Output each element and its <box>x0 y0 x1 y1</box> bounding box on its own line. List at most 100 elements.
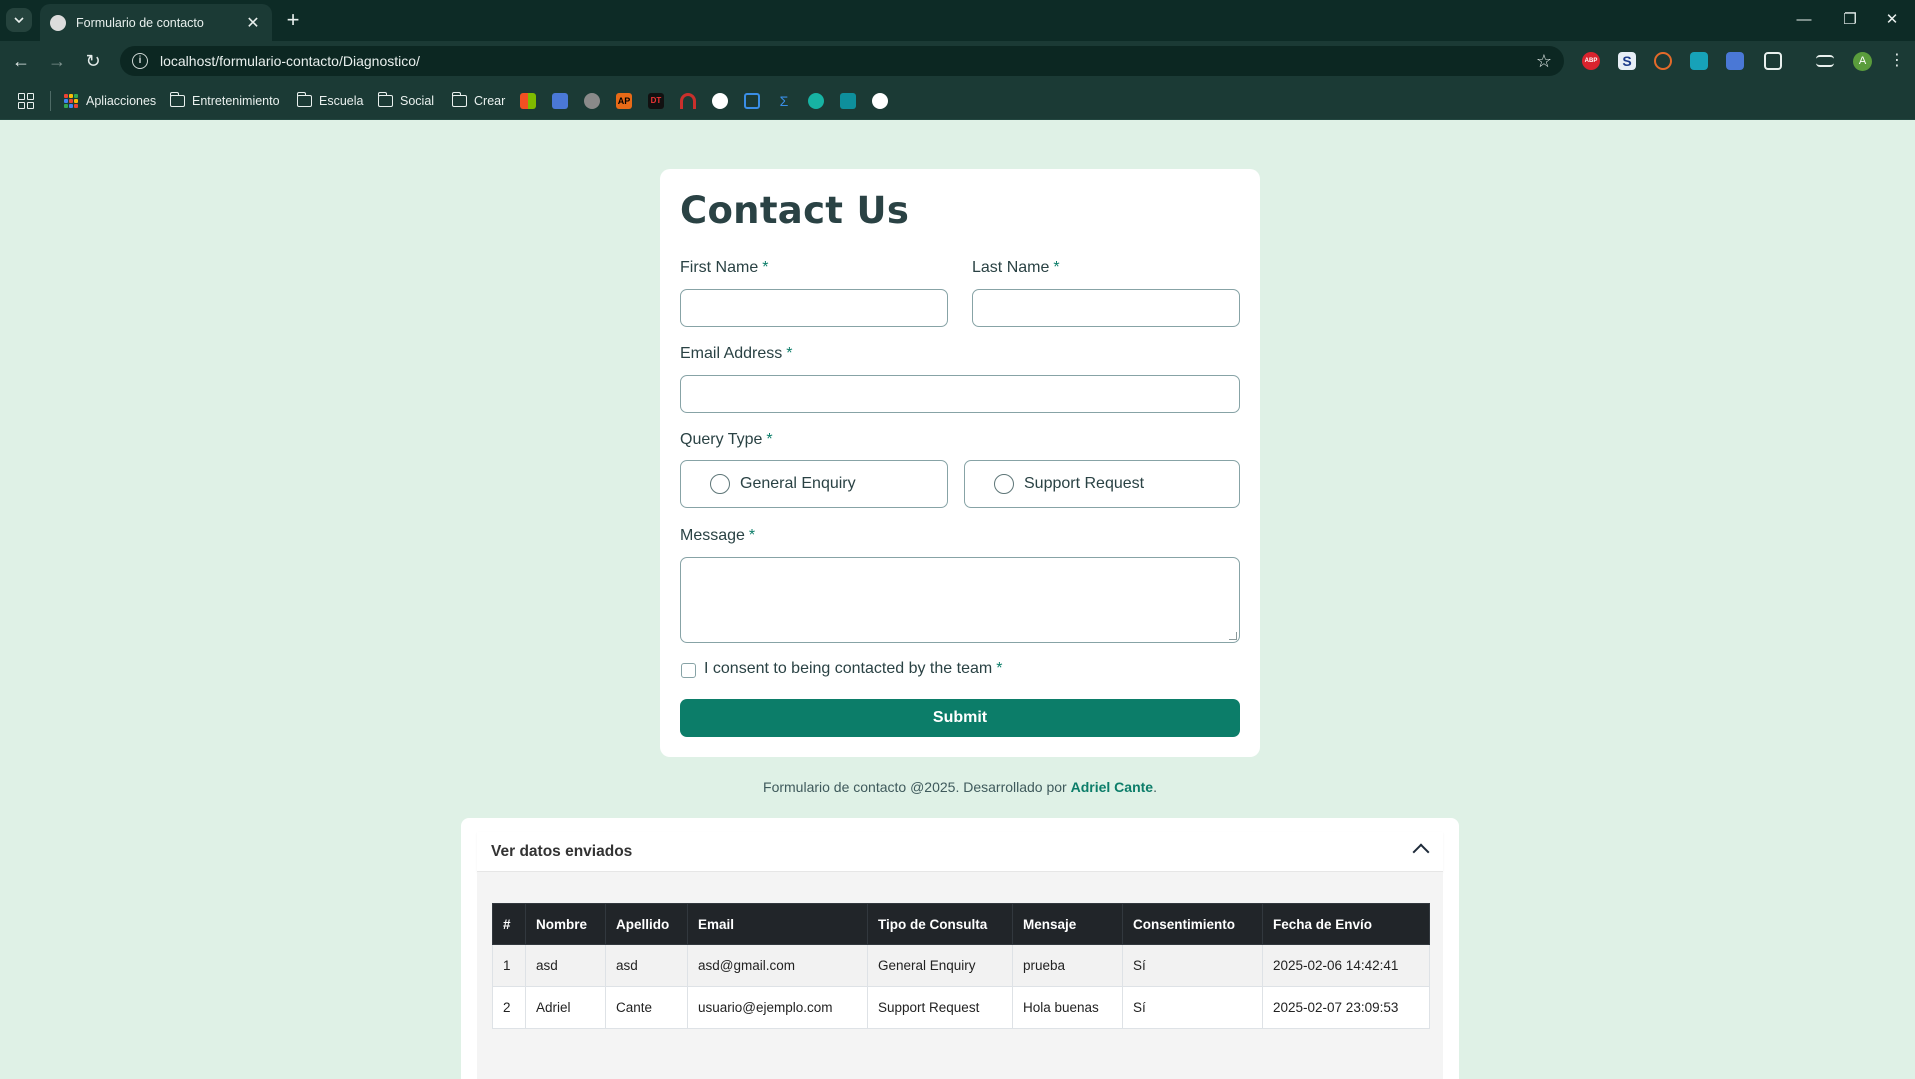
page-title: Contact Us <box>680 189 910 232</box>
profile-avatar[interactable]: A <box>1853 52 1872 71</box>
submit-button[interactable]: Submit <box>680 699 1240 737</box>
table-cell: asd <box>605 944 688 987</box>
bookmark-folder-crear[interactable]: Crear <box>451 90 506 112</box>
tab-search-button[interactable] <box>6 8 32 32</box>
radio-circle-icon[interactable] <box>994 474 1014 494</box>
bookmark-folder-social[interactable]: Social <box>377 90 435 112</box>
s-extension-icon[interactable]: S <box>1618 52 1636 70</box>
favicon-icon <box>50 14 66 31</box>
radio-label: General Enquiry <box>740 475 856 492</box>
browser-titlebar: Formulario de contacto ✕ + — ❐ ✕ <box>0 0 1915 41</box>
bookmark-star-icon[interactable]: ☆ <box>1536 51 1552 72</box>
resize-grip-icon[interactable] <box>1229 632 1237 640</box>
address-bar[interactable]: i localhost/formulario-contacto/Diagnost… <box>120 46 1564 76</box>
bookmark-folder-entretenimiento[interactable]: Entretenimiento <box>169 90 280 112</box>
table-cell: usuario@ejemplo.com <box>687 986 868 1029</box>
apps-grid-icon[interactable] <box>18 93 34 109</box>
consent-label[interactable]: I consent to being contacted by the team… <box>704 660 1002 678</box>
submissions-accordion-body: # Nombre Apellido Email Tipo de Consulta… <box>477 872 1443 1079</box>
table-cell: 2025-02-07 23:09:53 <box>1262 986 1430 1029</box>
table-cell: Sí <box>1122 986 1263 1029</box>
bookmarks-divider <box>50 91 51 111</box>
google-apps-icon <box>64 94 78 108</box>
orange-extension-icon[interactable] <box>1654 52 1672 70</box>
table-cell: 2 <box>492 986 526 1029</box>
reload-button[interactable]: ↻ <box>80 48 106 74</box>
email-label: Email Address * <box>680 345 793 363</box>
accordion-title: Ver datos enviados <box>491 843 633 860</box>
menu-kebab-icon[interactable]: ⋮ <box>1884 48 1910 74</box>
close-window-button[interactable]: ✕ <box>1869 6 1915 34</box>
forward-button[interactable]: → <box>44 48 70 74</box>
puzzle-extensions-icon[interactable] <box>1764 52 1782 70</box>
new-tab-button[interactable]: + <box>282 7 304 33</box>
bookmark-label: Social <box>400 94 435 108</box>
site-info-icon[interactable]: i <box>132 53 148 69</box>
column-header: Apellido <box>605 903 688 945</box>
blue-square-icon[interactable] <box>744 93 760 109</box>
submissions-table: # Nombre Apellido Email Tipo de Consulta… <box>492 903 1430 1029</box>
globe-icon[interactable] <box>872 93 888 109</box>
author-link[interactable]: Adriel Cante <box>1071 779 1153 795</box>
radio-label: Support Request <box>1024 475 1145 492</box>
table-cell: Sí <box>1122 944 1263 987</box>
globe-gray-icon[interactable] <box>584 93 600 109</box>
microsoft-icon[interactable] <box>520 93 536 109</box>
speedometer-icon[interactable] <box>712 93 728 109</box>
chevron-down-icon <box>14 17 24 23</box>
teal-extension-icon[interactable] <box>1690 52 1708 70</box>
first-name-input[interactable] <box>680 289 948 327</box>
bookmark-apps[interactable]: Apliacciones <box>64 90 156 112</box>
bookmark-folder-escuela[interactable]: Escuela <box>296 90 364 112</box>
query-option-general-enquiry[interactable]: General Enquiry <box>680 460 948 508</box>
back-button[interactable]: ← <box>8 48 34 74</box>
column-header: Tipo de Consulta <box>867 903 1013 945</box>
table-cell: Adriel <box>525 986 606 1029</box>
ap-icon[interactable]: AP <box>616 93 632 109</box>
consent-label-text: I consent to being contacted by the team <box>704 660 993 677</box>
table-cell: General Enquiry <box>867 944 1013 987</box>
consent-checkbox[interactable] <box>681 663 696 678</box>
close-tab-icon[interactable]: ✕ <box>244 13 262 33</box>
first-name-label-text: First Name <box>680 259 759 276</box>
last-name-input[interactable] <box>972 289 1240 327</box>
browser-tab[interactable]: Formulario de contacto ✕ <box>40 4 272 41</box>
media-control-icon[interactable] <box>1816 55 1834 67</box>
query-option-support-request[interactable]: Support Request <box>964 460 1240 508</box>
table-cell: 2025-02-06 14:42:41 <box>1262 944 1430 987</box>
table-cell: Hola buenas <box>1012 986 1123 1029</box>
minimize-button[interactable]: — <box>1781 6 1827 34</box>
teal-square-icon[interactable] <box>840 93 856 109</box>
message-label: Message * <box>680 527 755 545</box>
translate-icon[interactable] <box>552 93 568 109</box>
required-mark: * <box>762 259 769 276</box>
message-label-text: Message <box>680 527 745 544</box>
bookmark-label: Apliacciones <box>86 94 157 108</box>
table-cell: asd@gmail.com <box>687 944 868 987</box>
red-arc-icon[interactable] <box>680 93 696 109</box>
required-mark: * <box>786 345 793 362</box>
message-textarea[interactable] <box>680 557 1240 643</box>
column-header: Fecha de Envío <box>1262 903 1430 945</box>
folder-icon <box>169 92 185 107</box>
radio-circle-icon[interactable] <box>710 474 730 494</box>
submissions-accordion-header[interactable]: Ver datos enviados <box>477 832 1443 872</box>
dt-icon[interactable]: DT <box>648 93 664 109</box>
chevron-up-icon[interactable] <box>1412 843 1430 861</box>
translate-extension-icon[interactable] <box>1726 52 1744 70</box>
email-input[interactable] <box>680 375 1240 413</box>
sigma-icon[interactable]: Σ <box>776 93 792 109</box>
table-cell: Cante <box>605 986 688 1029</box>
column-header: Consentimiento <box>1122 903 1263 945</box>
submissions-panel: Ver datos enviados # Nombre Apellido Ema… <box>461 818 1459 1079</box>
restore-button[interactable]: ❐ <box>1827 6 1873 34</box>
adblock-extension-icon[interactable]: ABP <box>1582 52 1600 70</box>
query-type-label: Query Type * <box>680 431 773 449</box>
last-name-label: Last Name * <box>972 259 1060 277</box>
bookmark-label: Crear <box>474 94 506 108</box>
tab-title: Formulario de contacto <box>76 15 204 30</box>
teal-circle-icon[interactable] <box>808 93 824 109</box>
browser-toolbar: ← → ↻ i localhost/formulario-contacto/Di… <box>0 41 1915 81</box>
query-type-label-text: Query Type <box>680 431 763 448</box>
bookmark-label: Escuela <box>319 94 364 108</box>
